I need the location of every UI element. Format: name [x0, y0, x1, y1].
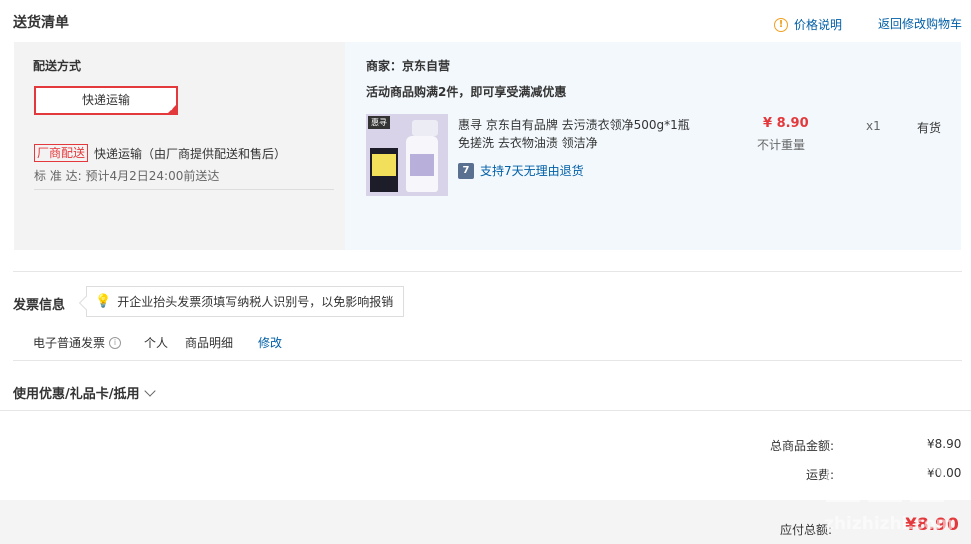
return-policy: 7 支持7天无理由退货: [458, 162, 584, 179]
check-icon: ✓: [169, 104, 176, 113]
invoice-type-label: 电子普通发票: [33, 336, 106, 350]
invoice-title-type: 个人: [144, 336, 169, 350]
bottle-label-graphic: [410, 154, 434, 176]
product-image[interactable]: 惠寻: [366, 114, 448, 196]
invoice-type: 电子普通发票 i: [33, 334, 122, 351]
standard-delivery-value: 预计4月2日24:00前送达: [85, 169, 220, 183]
divider: [13, 271, 962, 272]
product-quantity: x1: [866, 119, 881, 133]
vendor-delivery-badge: 厂商配送: [34, 144, 89, 162]
divider: [0, 410, 971, 411]
standard-delivery-label: 标 准 达:: [34, 169, 82, 183]
stock-status: 有货: [917, 121, 942, 135]
total-goods-label: 总商品金额:: [770, 439, 835, 453]
coupon-title-label: 使用优惠/礼品卡/抵用: [13, 387, 140, 402]
package-graphic: [370, 148, 398, 192]
invoice-section-title: 发票信息: [13, 298, 66, 313]
merchant-name: 商家：京东自营: [366, 59, 451, 73]
coupon-toggle[interactable]: 使用优惠/礼品卡/抵用: [13, 383, 156, 402]
divider: [13, 360, 962, 361]
info-icon[interactable]: i: [109, 336, 122, 349]
shipping-method-label: 配送方式: [33, 59, 82, 73]
watermark-text: zhizhizhi.com: [824, 514, 954, 534]
watermark: zhizhizhi.com: [818, 466, 968, 541]
product-price: ¥ 8.90: [763, 116, 809, 131]
vendor-delivery-desc: 快递运输（由厂商提供配送和售后）: [94, 147, 287, 161]
edit-invoice-link[interactable]: 修改: [258, 334, 282, 351]
back-to-cart-link[interactable]: 返回修改购物车: [878, 15, 962, 32]
invoice-content: 商品明细: [185, 336, 234, 350]
return-policy-text: 支持7天无理由退货: [480, 164, 584, 178]
product-name-link[interactable]: 惠寻 京东自有品牌 去污渍衣领净500g*1瓶 免搓洗 去衣物油渍 领洁净: [458, 116, 698, 152]
bottle-head-graphic: [412, 120, 438, 136]
invoice-tooltip: 💡 开企业抬头发票须填写纳税人识别号，以免影响报销: [86, 286, 405, 317]
divider: [34, 189, 334, 190]
lightbulb-icon: 💡: [95, 294, 112, 309]
product-weight: 不计重量: [757, 138, 806, 152]
express-shipping-option[interactable]: 快递运输 ✓: [34, 86, 178, 115]
promo-text: 活动商品购满2件，即可享受满减优惠: [366, 85, 567, 99]
watermark-logo: [826, 466, 944, 502]
invoice-tip-text: 开企业抬头发票须填写纳税人识别号，以免影响报销: [117, 295, 394, 309]
seven-day-return-icon: 7: [458, 162, 474, 179]
page-title: 送货清单: [13, 15, 69, 31]
standard-delivery-row: 标 准 达: 预计4月2日24:00前送达: [34, 167, 219, 184]
total-goods-value: ¥8.90: [927, 437, 962, 451]
chevron-down-icon: [143, 384, 156, 397]
warning-icon: !: [774, 17, 788, 32]
price-note-link[interactable]: ! 价格说明: [774, 16, 842, 33]
product-image-badge: 惠寻: [368, 116, 390, 129]
express-shipping-label: 快递运输: [81, 93, 130, 107]
price-note-label: 价格说明: [794, 18, 843, 32]
